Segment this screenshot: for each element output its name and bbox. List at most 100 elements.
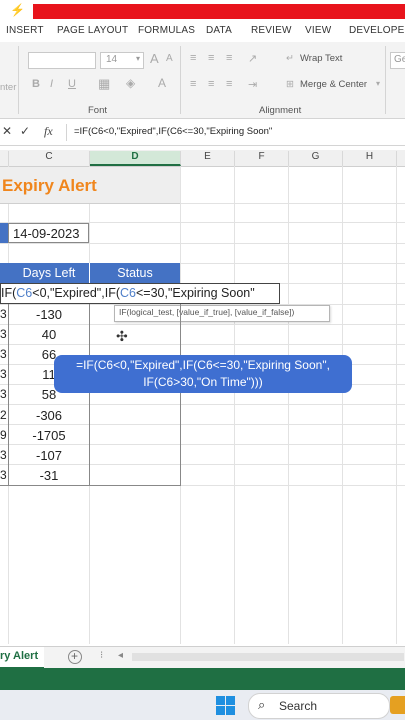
column-header-c[interactable]: C xyxy=(9,151,90,166)
tab-data[interactable]: DATA xyxy=(206,25,232,36)
gridline xyxy=(0,404,405,405)
font-group-label: Font xyxy=(88,105,108,116)
days-left-cell[interactable]: -107 xyxy=(9,448,89,463)
align-bottom-icon[interactable]: ≡ xyxy=(226,52,232,64)
orientation-icon[interactable]: ↗ xyxy=(248,52,257,65)
edit-mid1: <0,"Expired",IF( xyxy=(32,286,120,300)
chevron-down-icon: ▾ xyxy=(135,54,140,63)
status-bar xyxy=(0,668,405,690)
italic-button[interactable]: I xyxy=(50,78,53,90)
tab-insert[interactable]: INSERT xyxy=(6,25,44,36)
cancel-icon[interactable]: ✕ xyxy=(2,124,12,138)
title-bar xyxy=(33,4,405,19)
row-partial-value[interactable]: 3 xyxy=(0,367,7,381)
gridline xyxy=(234,166,235,644)
column-header-e[interactable]: E xyxy=(181,151,235,166)
font-grow-icon[interactable]: A xyxy=(150,51,159,66)
gridline xyxy=(0,424,405,425)
row-partial-value[interactable]: 3 xyxy=(0,448,7,462)
row-partial-value[interactable]: 3 xyxy=(0,468,7,482)
taskbar-search[interactable]: ⌕ Search xyxy=(248,693,390,719)
insert-function-icon[interactable]: fx xyxy=(44,124,53,139)
header-status[interactable]: Status xyxy=(90,266,180,280)
date-value: 14-09-2023 xyxy=(13,226,80,241)
font-name-dropdown[interactable] xyxy=(28,52,96,69)
edit-ref1: C6 xyxy=(16,286,33,300)
number-format-dropdown[interactable]: Ge xyxy=(390,52,405,69)
column-header-h[interactable]: H xyxy=(343,151,397,166)
tab-review[interactable]: REVIEW xyxy=(251,25,292,36)
formula-separator xyxy=(66,124,67,141)
days-left-cell[interactable]: -130 xyxy=(9,307,89,322)
borders-icon[interactable]: ▦ xyxy=(98,76,110,92)
center-label: nter xyxy=(0,82,17,93)
row-partial-value[interactable]: 9 xyxy=(0,428,7,442)
date-label-cell[interactable] xyxy=(0,223,8,243)
font-shrink-icon[interactable]: A xyxy=(166,53,173,64)
enter-icon[interactable]: ✓ xyxy=(20,124,30,138)
formula-input[interactable]: =IF(C6<0,"Expired",IF(C6<=30,"Expiring S… xyxy=(74,126,272,137)
plus-icon: + xyxy=(71,649,79,663)
merge-center-button[interactable]: Merge & Center xyxy=(300,79,367,90)
add-sheet-button[interactable]: + xyxy=(68,649,82,664)
ribbon: nter 14 ▾ A A B I U ▦ ◈ A Font ≡ ≡ ≡ ↗ ≡… xyxy=(0,42,405,119)
cell-cursor-icon: ✣ xyxy=(116,328,128,344)
title-cell[interactable]: Expiry Alert xyxy=(0,167,180,204)
sheet-title: Expiry Alert xyxy=(2,176,97,195)
header-days-left[interactable]: Days Left xyxy=(9,266,89,280)
gridline xyxy=(0,324,405,325)
wrap-text-icon: ↵ xyxy=(286,53,294,64)
column-header-partial[interactable] xyxy=(0,151,9,166)
row-partial-value[interactable]: 3 xyxy=(0,347,7,361)
row-partial-value[interactable]: 3 xyxy=(0,327,7,341)
wrap-text-button[interactable]: Wrap Text xyxy=(300,53,342,64)
ribbon-separator xyxy=(180,46,181,114)
align-right-icon[interactable]: ≡ xyxy=(226,78,232,90)
tab-view[interactable]: VIEW xyxy=(305,25,331,36)
tab-page-layout[interactable]: PAGE LAYOUT xyxy=(57,25,128,36)
table-border xyxy=(89,304,90,485)
chevron-down-icon[interactable]: ▾ xyxy=(376,79,380,88)
gridline xyxy=(288,166,289,644)
column-header-f[interactable]: F xyxy=(235,151,289,166)
font-color-icon[interactable]: A xyxy=(158,76,166,90)
function-tooltip: IF(logical_test, [value_if_true], [value… xyxy=(114,305,330,322)
days-left-cell[interactable]: -306 xyxy=(9,408,89,423)
align-top-icon[interactable]: ≡ xyxy=(190,52,196,64)
align-left-icon[interactable]: ≡ xyxy=(190,78,196,90)
indent-icon[interactable]: ⇥ xyxy=(248,78,257,91)
bold-button[interactable]: B xyxy=(32,78,40,90)
row-partial-value[interactable]: 3 xyxy=(0,387,7,401)
date-cell[interactable]: 14-09-2023 xyxy=(8,223,89,243)
sheet-tab-active[interactable]: ry Alert xyxy=(0,647,44,669)
ribbon-separator xyxy=(18,46,19,114)
underline-button[interactable]: U xyxy=(68,78,76,90)
days-left-cell[interactable]: -31 xyxy=(9,468,89,483)
tab-formulas[interactable]: FORMULAS xyxy=(138,25,195,36)
align-center-icon[interactable]: ≡ xyxy=(208,78,214,90)
gridline xyxy=(0,444,405,445)
fill-color-icon[interactable]: ◈ xyxy=(126,76,135,90)
tab-developer[interactable]: DEVELOPER xyxy=(349,25,405,36)
sheet-tab-bar: ry Alert + ⁝ ◂ xyxy=(0,646,405,669)
row-partial-value[interactable]: 3 xyxy=(0,307,7,321)
sheet-tab-label: ry Alert xyxy=(0,650,39,662)
gridline xyxy=(0,344,405,345)
edit-formula: IF(C6<0,"Expired",IF(C6<=30,"Expiring So… xyxy=(1,286,255,300)
scroll-left-icon[interactable]: ⁝ xyxy=(100,650,103,661)
font-size-dropdown[interactable]: 14 ▾ xyxy=(100,52,144,69)
editing-cell[interactable]: IF(C6<0,"Expired",IF(C6<=30,"Expiring So… xyxy=(0,283,280,304)
horizontal-scrollbar[interactable] xyxy=(132,653,404,661)
quick-access-icon[interactable]: ⚡ xyxy=(10,3,25,17)
scroll-prev-icon[interactable]: ◂ xyxy=(118,650,123,661)
row-partial-value[interactable]: 2 xyxy=(0,408,7,422)
days-left-cell[interactable]: -1705 xyxy=(9,428,89,443)
column-header-g[interactable]: G xyxy=(289,151,343,166)
merge-icon: ⊞ xyxy=(286,79,294,90)
align-middle-icon[interactable]: ≡ xyxy=(208,52,214,64)
column-header-d[interactable]: D xyxy=(90,151,181,166)
taskbar-app-icon[interactable] xyxy=(390,696,405,714)
table-border xyxy=(0,485,181,486)
windows-start-icon[interactable] xyxy=(216,696,236,716)
days-left-cell[interactable]: 40 xyxy=(9,327,89,342)
